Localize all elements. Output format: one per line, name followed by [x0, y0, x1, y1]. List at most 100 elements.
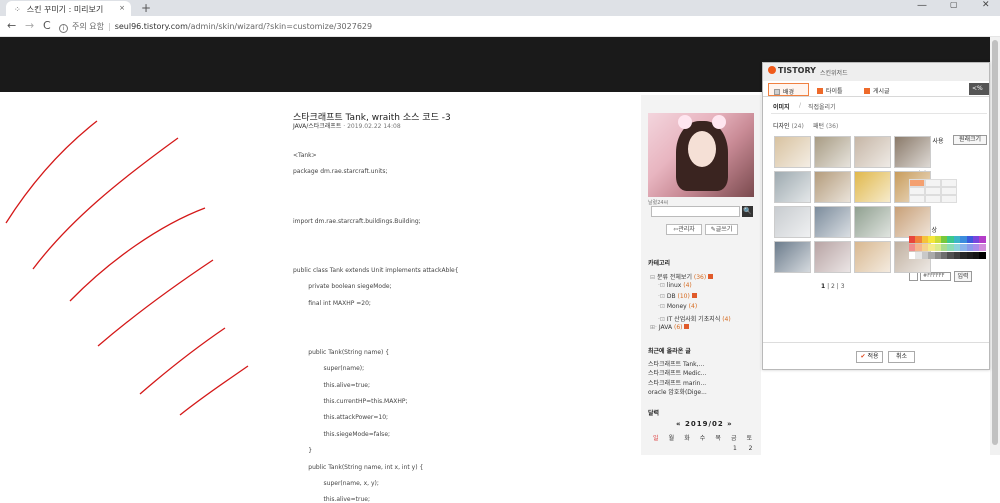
calendar-weekday: 일	[653, 435, 659, 442]
admin-button[interactable]: ⇦관리자	[666, 224, 702, 235]
align-cell[interactable]	[925, 187, 941, 195]
subtab-upload[interactable]: 직접올리기	[808, 102, 836, 111]
background-thumbnail[interactable]	[854, 171, 891, 203]
background-thumbnail[interactable]	[774, 136, 811, 168]
security-label: 주의 요함	[72, 22, 104, 31]
reload-button[interactable]: C	[43, 19, 51, 32]
category-item[interactable]: ·⊡ DB (10)	[658, 292, 697, 300]
background-thumbnail[interactable]	[854, 206, 891, 238]
background-thumbnail[interactable]	[854, 136, 891, 168]
calendar-title: 달력	[648, 410, 660, 417]
code-line: this.attackPower=10;	[293, 414, 389, 422]
calendar-day[interactable]: 2	[749, 445, 753, 452]
category-item[interactable]: ·⊡ IT 산업사회 기초지식 (4)	[658, 314, 731, 323]
new-tab-button[interactable]: +	[141, 1, 151, 15]
browser-tab[interactable]: ⁘ 스킨 꾸미기 : 미리보기 ×	[6, 1, 131, 16]
search-icon[interactable]: 🔍	[742, 206, 753, 217]
url-host: seul96.tistory.com	[114, 22, 188, 31]
category-item[interactable]: ·⊡ linux (4)	[658, 282, 692, 289]
recent-posts-title: 최근에 올라온 글	[648, 348, 691, 355]
align-cell[interactable]	[925, 195, 941, 203]
align-cell[interactable]	[909, 187, 925, 195]
background-thumbnail[interactable]	[774, 206, 811, 238]
align-cell[interactable]	[909, 195, 925, 203]
page-2[interactable]: 2	[831, 283, 835, 290]
url-separator: |	[107, 22, 111, 31]
address-bar[interactable]: i 주의 요함 | seul96.tistory.com/admin/skin/wiz…	[59, 18, 989, 35]
category-count: (4)	[722, 315, 731, 323]
filter-design[interactable]: 디자인 (24)	[773, 121, 804, 130]
align-cell[interactable]	[925, 179, 941, 187]
category-label: DB	[666, 292, 676, 300]
forward-button[interactable]: →	[25, 19, 34, 32]
background-thumbnail[interactable]	[894, 136, 931, 168]
window-minimize-button[interactable]: —	[917, 0, 927, 11]
category-count: (36)	[693, 274, 707, 281]
code-line: super(name, x, y);	[293, 480, 379, 487]
background-thumbnail[interactable]	[814, 136, 851, 168]
recent-post-link[interactable]: 스타크래프트 Medic...	[648, 368, 706, 377]
background-thumbnail[interactable]	[894, 206, 931, 238]
tab-html-css[interactable]: <%	[969, 83, 989, 95]
code-line: final int MAXHP =20;	[293, 299, 371, 307]
code-line: this.siegeMode=false;	[293, 430, 391, 438]
recent-post-link[interactable]: oracle 암호화(Dige...	[648, 387, 707, 396]
background-thumbnail[interactable]	[774, 171, 811, 203]
page-1[interactable]: 1	[821, 283, 825, 290]
align-cell[interactable]	[941, 187, 957, 195]
subtab-image[interactable]: 이미지	[773, 102, 790, 111]
background-thumbnail[interactable]	[814, 171, 851, 203]
calendar-month[interactable]: « 2019/02 »	[676, 420, 733, 428]
sidebar-search-input[interactable]	[651, 206, 740, 217]
tab-close-icon[interactable]: ×	[119, 4, 125, 12]
tistory-logo-icon	[768, 66, 776, 74]
background-thumbnail[interactable]	[814, 241, 851, 273]
recent-post-link[interactable]: 스타크래프트 Tank,...	[648, 359, 704, 368]
filter-pattern[interactable]: 패턴 (36)	[813, 121, 838, 130]
wizard-title: 스킨위저드	[820, 70, 848, 77]
code-line: package dm.rae.starcraft.units;	[293, 168, 388, 176]
window-maximize-button[interactable]: ▢	[950, 0, 958, 9]
tab-post-label: 게시글	[873, 88, 890, 95]
category-item[interactable]: ·⊡ Money (4)	[658, 303, 697, 310]
apply-button[interactable]: ✔ 적용	[856, 351, 883, 363]
tab-background[interactable]: 배경	[768, 83, 809, 96]
color-hex-input[interactable]: #FFFFFF	[920, 272, 951, 281]
write-button[interactable]: ✎글쓰기	[705, 224, 738, 235]
align-cell[interactable]	[909, 179, 925, 187]
background-thumbnail[interactable]	[814, 206, 851, 238]
recent-post-link[interactable]: 스타크래프트 marin...	[648, 378, 706, 387]
tistory-favicon-icon: ⁘	[14, 5, 21, 14]
tree-icon: ⊞·	[650, 324, 659, 331]
tab-post[interactable]: 게시글	[859, 83, 903, 96]
calendar-day[interactable]: 1	[733, 445, 737, 452]
color-swatch[interactable]	[979, 236, 987, 243]
align-cell[interactable]	[941, 179, 957, 187]
color-swatch[interactable]	[979, 244, 987, 251]
info-icon[interactable]: i	[59, 24, 68, 33]
tree-icon: ·⊡	[658, 303, 667, 311]
page-3[interactable]: 3	[841, 283, 845, 290]
background-thumbnail[interactable]	[774, 241, 811, 273]
category-item[interactable]: ⊞· JAVA (6)	[650, 324, 690, 331]
color-swatch[interactable]	[979, 252, 987, 259]
post-date: 2019.02.22 14:08	[347, 123, 401, 130]
background-thumbnail[interactable]	[854, 241, 891, 273]
color-apply-button[interactable]: 입력	[954, 271, 972, 282]
post-category[interactable]: JAVA/스타크래프트	[293, 123, 341, 130]
post-meta: JAVA/스타크래프트 · 2019.02.22 14:08	[293, 123, 401, 130]
wizard-footer-divider	[763, 342, 989, 343]
back-button[interactable]: ←	[7, 19, 16, 32]
original-size-button[interactable]: 원래크기	[953, 135, 987, 145]
code-line: this.currentHP=this.MAXHP;	[293, 398, 408, 405]
background-tab-icon	[774, 89, 780, 95]
window-close-button[interactable]: ✕	[982, 0, 990, 10]
code-line: public Tank(String name) {	[293, 348, 390, 356]
tab-title[interactable]: 타이틀	[812, 83, 856, 96]
scrollbar-thumb[interactable]	[992, 40, 998, 445]
cancel-button[interactable]: 취소	[888, 351, 915, 363]
calendar-weekday: 화	[684, 435, 690, 442]
align-cell[interactable]	[941, 195, 957, 203]
calendar-weekday: 토	[746, 435, 753, 442]
category-item[interactable]: ⊟ 분류 전체보기 (36)	[650, 272, 714, 281]
